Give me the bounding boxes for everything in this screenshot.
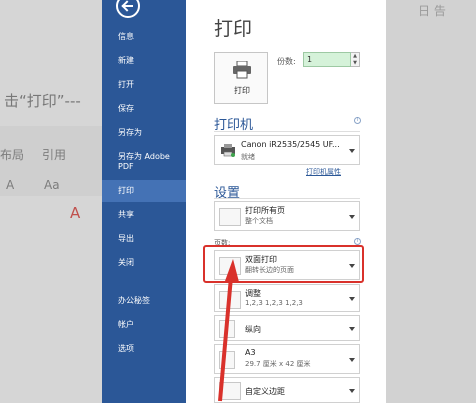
copies-input[interactable]: 1 <box>303 52 351 67</box>
nav-item-save-as[interactable]: 另存为 <box>102 128 186 138</box>
info-icon[interactable]: i <box>354 238 361 245</box>
printer-device-icon <box>221 144 235 157</box>
page-title: 打印 <box>214 18 253 40</box>
nav-item-save-as-pdf[interactable]: 另存为 Adobe PDF <box>102 152 186 172</box>
divider <box>214 131 360 132</box>
nav-item-options[interactable]: 选项 <box>102 344 186 354</box>
chevron-down-icon <box>349 297 355 301</box>
top-right-controls: 日 告 <box>418 4 446 18</box>
print-range-label: 打印所有页 <box>245 206 285 215</box>
annotation-arrow <box>218 259 239 402</box>
font-grow-icon: A <box>6 178 15 192</box>
copies-label: 份数: <box>277 57 296 66</box>
stepper-up-icon[interactable]: ▲ <box>351 53 359 60</box>
ribbon-tab-layout: 布局 <box>0 148 25 162</box>
printer-dropdown[interactable]: Canon iR2535/2545 UF... 就绪 <box>214 135 360 165</box>
back-arrow-icon[interactable] <box>116 0 140 18</box>
chevron-down-icon <box>349 327 355 331</box>
nav-item-export[interactable]: 导出 <box>102 234 186 244</box>
printer-properties-link[interactable]: 打印机属性 <box>306 167 341 177</box>
print-button-label: 打印 <box>234 86 250 95</box>
divider <box>214 198 360 199</box>
document-heading-fragment: 击“打印”--- <box>4 92 81 110</box>
backstage-nav: 信息 新建 打开 保存 另存为 另存为 Adobe PDF 打印 共享 导出 关… <box>102 0 186 403</box>
document-right-area <box>386 0 476 403</box>
nav-item-close[interactable]: 关闭 <box>102 258 186 268</box>
chevron-down-icon <box>349 149 355 153</box>
print-button[interactable]: 打印 <box>214 52 268 104</box>
nav-item-open[interactable]: 打开 <box>102 80 186 90</box>
nav-item-info[interactable]: 信息 <box>102 32 186 42</box>
nav-item-share[interactable]: 共享 <box>102 210 186 220</box>
font-color-icon: A <box>70 204 81 222</box>
print-range-sub: 整个文档 <box>245 217 273 225</box>
printer-status: 就绪 <box>241 153 255 161</box>
nav-item-print[interactable]: 打印 <box>102 180 186 202</box>
chevron-down-icon <box>349 389 355 393</box>
printer-icon <box>233 61 251 79</box>
nav-item-save[interactable]: 保存 <box>102 104 186 114</box>
stepper-down-icon[interactable]: ▼ <box>351 60 359 67</box>
ribbon-tab-reference: 引用 <box>42 148 67 162</box>
change-case-icon: Aa <box>44 178 60 192</box>
printer-name: Canon iR2535/2545 UF... <box>241 140 340 149</box>
chevron-down-icon <box>349 215 355 219</box>
nav-item-new[interactable]: 新建 <box>102 56 186 66</box>
info-icon[interactable]: i <box>354 117 361 124</box>
chevron-down-icon <box>349 358 355 362</box>
copies-stepper[interactable]: ▲ ▼ <box>351 52 360 67</box>
print-range-dropdown[interactable]: 打印所有页 整个文档 <box>214 201 360 231</box>
pages-icon <box>219 208 241 226</box>
nav-item-account[interactable]: 帐户 <box>102 320 186 330</box>
nav-item-office-tab[interactable]: 办公秘签 <box>102 296 186 306</box>
